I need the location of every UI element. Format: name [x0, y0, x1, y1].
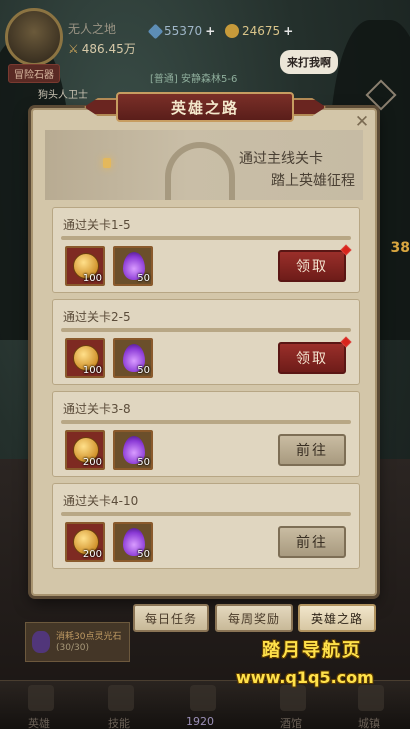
player-avatar[interactable]	[5, 8, 63, 66]
close-icon[interactable]: ✕	[353, 113, 371, 131]
quest-title: 通过关卡3-8	[63, 402, 131, 416]
hero-icon[interactable]	[28, 685, 54, 711]
divider	[61, 236, 351, 240]
gem-counter[interactable]: 55370 +	[147, 22, 215, 40]
add-gold-button[interactable]: +	[283, 24, 293, 38]
reward-quantity: 50	[137, 273, 150, 284]
banner-text-line1: 通过主线关卡	[239, 151, 323, 167]
town-icon[interactable]	[358, 685, 384, 711]
gold-amount: 24675	[242, 24, 281, 38]
hero-road-banner: 通过主线关卡 踏上英雄征程	[45, 130, 363, 200]
reward-quantity: 100	[82, 365, 102, 376]
purple-gem-icon	[32, 631, 50, 653]
banner-text-line2: 踏上英雄征程	[271, 173, 355, 189]
divider	[61, 420, 351, 424]
notification-dot	[340, 244, 352, 256]
button-label: 领取	[296, 351, 328, 367]
center-count: 1920	[186, 715, 214, 728]
enemy-name: 狗头人卫士	[38, 90, 88, 101]
watermark-title: 踏月导航页	[262, 640, 362, 661]
top-hud: 无人之地 ⚔ 486.45万 55370 + 24675 +	[0, 0, 410, 70]
reward-gold-coin[interactable]: 100	[65, 246, 105, 286]
reward-gold-coin[interactable]: 100	[65, 338, 105, 378]
quest-row: 通过关卡4-10 200 50 前往	[52, 483, 360, 569]
quest-row: 通过关卡3-8 200 50 前往	[52, 391, 360, 477]
go-button[interactable]: 前往	[278, 434, 346, 466]
go-button[interactable]: 前往	[278, 526, 346, 558]
side-number: 38	[390, 240, 410, 256]
tavern-icon[interactable]	[280, 685, 306, 711]
tab-weekly-rewards[interactable]: 每周奖励	[215, 604, 293, 632]
nav-item-heroes[interactable]: 英雄	[28, 715, 50, 729]
skill-book-icon[interactable]	[108, 685, 134, 711]
power-number: 486.45万	[81, 42, 136, 56]
nav-item-tavern[interactable]: 酒馆	[280, 715, 302, 729]
button-label: 领取	[296, 259, 328, 275]
reward-quantity: 200	[82, 457, 102, 468]
reward-soul-flame[interactable]: 50	[113, 522, 153, 562]
speech-bubble: 来打我啊	[280, 50, 338, 74]
gem-amount: 55370	[164, 24, 203, 38]
adventure-badge[interactable]: 冒险石器	[8, 64, 60, 83]
reward-quantity: 50	[137, 549, 150, 560]
nav-item-skills[interactable]: 技能	[108, 715, 130, 729]
dialog-title: 英雄之路	[116, 92, 294, 122]
lantern-icon	[103, 158, 111, 168]
quest-title: 通过关卡2-5	[63, 310, 131, 324]
button-label: 前往	[296, 443, 328, 459]
reward-soul-flame[interactable]: 50	[113, 430, 153, 470]
quest-title: 通过关卡4-10	[63, 494, 139, 508]
crossed-swords-icon: ⚔	[68, 42, 79, 56]
divider	[61, 512, 351, 516]
quest-row: 通过关卡1-5 100 50 领取	[52, 207, 360, 293]
gold-counter[interactable]: 24675 +	[225, 22, 293, 40]
add-gem-button[interactable]: +	[205, 24, 215, 38]
quest-row: 通过关卡2-5 100 50 领取	[52, 299, 360, 385]
gem-icon	[147, 23, 164, 39]
reward-soul-flame[interactable]: 50	[113, 338, 153, 378]
reward-gold-coin[interactable]: 200	[65, 522, 105, 562]
task-progress-strip[interactable]: 消耗30点灵光石 (30/30)	[25, 622, 130, 662]
reward-gold-coin[interactable]: 200	[65, 430, 105, 470]
stage-tag: [普通] 安静森林5-6	[150, 74, 238, 85]
tab-daily-tasks[interactable]: 每日任务	[133, 604, 209, 632]
nav-item-town[interactable]: 城镇	[358, 715, 380, 729]
reward-quantity: 50	[137, 365, 150, 376]
battle-icon[interactable]	[190, 685, 216, 711]
reward-soul-flame[interactable]: 50	[113, 246, 153, 286]
task-progress: (30/30)	[56, 643, 89, 653]
reward-quantity: 50	[137, 457, 150, 468]
quest-title: 通过关卡1-5	[63, 218, 131, 232]
gold-coin-icon	[225, 24, 239, 38]
reward-quantity: 200	[82, 549, 102, 560]
reward-quantity: 100	[82, 273, 102, 284]
claim-button[interactable]: 领取	[278, 336, 352, 374]
notification-dot	[340, 336, 352, 348]
claim-button[interactable]: 领取	[278, 244, 352, 282]
button-label: 前往	[296, 535, 328, 551]
tab-hero-road[interactable]: 英雄之路	[298, 604, 376, 632]
player-name: 无人之地	[68, 22, 117, 36]
task-text: 消耗30点灵光石	[56, 632, 122, 642]
stone-arch-icon	[165, 142, 235, 200]
watermark-url: www.q1q5.com	[236, 668, 374, 687]
divider	[61, 328, 351, 332]
power-value: ⚔ 486.45万	[68, 40, 136, 57]
